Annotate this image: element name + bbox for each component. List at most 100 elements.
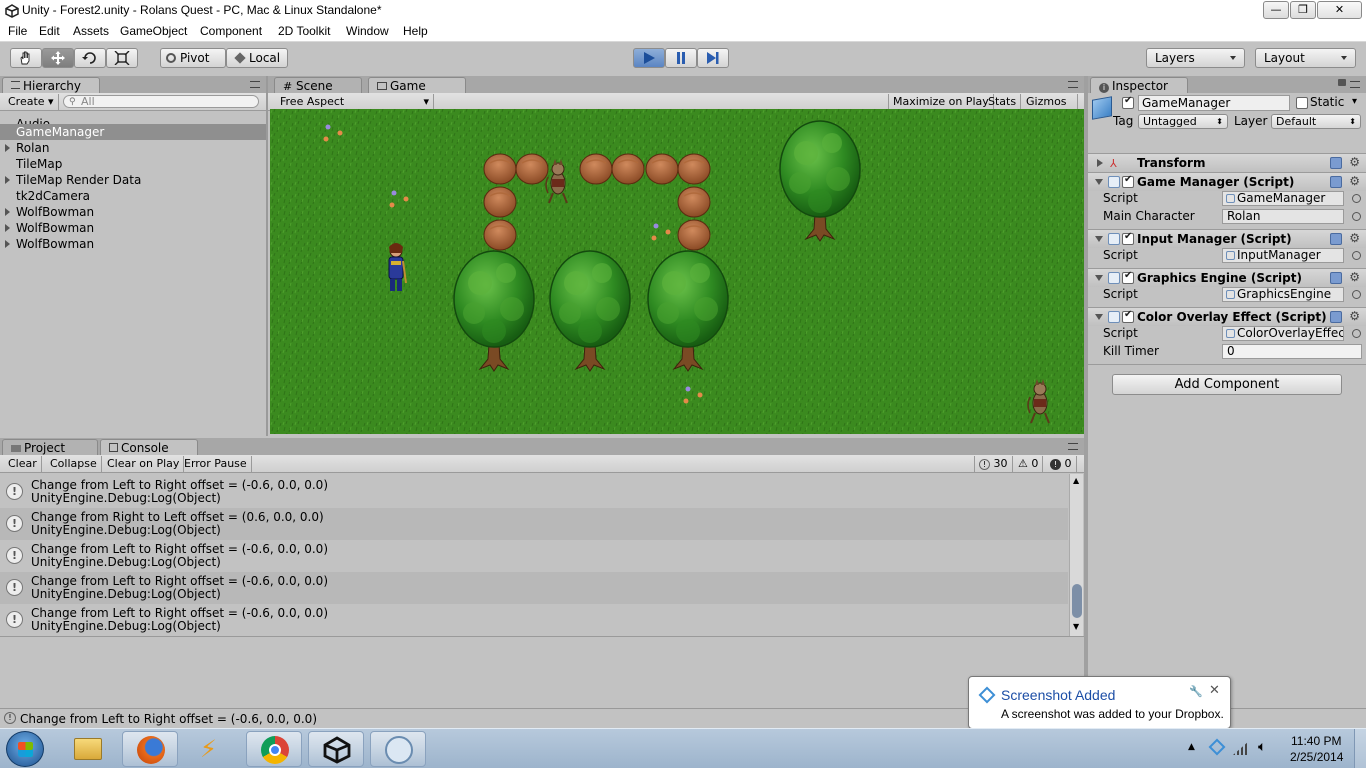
step-button[interactable]	[697, 48, 729, 68]
gear-icon[interactable]: ⚙	[1349, 270, 1360, 284]
network-icon[interactable]	[1233, 741, 1249, 755]
hierarchy-search-input[interactable]: ⚲ All	[63, 95, 259, 108]
fold-arrow-icon[interactable]	[1095, 236, 1103, 242]
layout-dropdown[interactable]: Layout	[1255, 48, 1356, 68]
component-enabled-checkbox[interactable]	[1122, 231, 1134, 245]
hierarchy-item-gamemanager[interactable]: GameManager	[0, 124, 266, 140]
dropbox-notification[interactable]: Screenshot Added A screenshot was added …	[968, 676, 1231, 746]
splitter[interactable]	[1084, 76, 1088, 708]
hierarchy-item-rolan[interactable]: Rolan	[0, 140, 266, 156]
start-button[interactable]	[6, 731, 44, 767]
gear-icon[interactable]: ⚙	[1349, 309, 1360, 323]
dropbox-tray-icon[interactable]	[1208, 738, 1226, 756]
show-hidden-icons[interactable]: ▲	[1188, 742, 1195, 752]
static-dropdown-icon[interactable]: ▾	[1352, 96, 1357, 107]
hierarchy-item-wolfbowman[interactable]: WolfBowman	[0, 204, 266, 220]
help-book-icon[interactable]	[1330, 157, 1342, 169]
pivot-toggle[interactable]: Pivot	[160, 48, 226, 68]
gameobject-name-input[interactable]: GameManager	[1138, 95, 1290, 111]
hierarchy-menu-icon[interactable]	[250, 81, 260, 88]
error-pause-toggle[interactable]: Error Pause	[180, 456, 252, 472]
hand-tool-button[interactable]	[10, 48, 42, 68]
log-entry[interactable]: ! Change from Left to Right offset = (-0…	[0, 476, 1068, 508]
aspect-dropdown[interactable]: Free Aspect ▾	[276, 94, 434, 110]
component-enabled-checkbox[interactable]	[1122, 270, 1134, 284]
expand-arrow-icon[interactable]	[5, 224, 10, 232]
error-count-toggle[interactable]: ! 0	[1046, 456, 1077, 472]
menu-file[interactable]: File	[8, 24, 27, 38]
object-picker-icon[interactable]	[1352, 251, 1361, 260]
object-picker-icon[interactable]	[1352, 212, 1361, 221]
main-character-field[interactable]: Rolan	[1222, 209, 1344, 224]
notification-close-icon[interactable]: ✕	[1209, 683, 1220, 698]
gizmos-dropdown[interactable]: Gizmos ▾	[1022, 94, 1078, 123]
info-count-toggle[interactable]: ! 30	[974, 456, 1013, 472]
console-scrollbar[interactable]: ▲ ▼	[1069, 474, 1083, 636]
scroll-up-icon[interactable]: ▲	[1073, 476, 1079, 485]
transform-component-header[interactable]: ⅄ Transform ⚙	[1088, 153, 1366, 172]
explorer-taskbar-icon[interactable]	[60, 731, 116, 767]
pause-button[interactable]	[665, 48, 697, 68]
expand-arrow-icon[interactable]	[5, 144, 10, 152]
log-entry[interactable]: ! Change from Left to Right offset = (-0…	[0, 540, 1068, 572]
rotate-tool-button[interactable]	[74, 48, 106, 68]
menu-edit[interactable]: Edit	[39, 24, 60, 38]
play-button[interactable]	[633, 48, 665, 68]
wrench-icon[interactable]: 🔧	[1189, 685, 1203, 698]
gear-icon[interactable]: ⚙	[1349, 231, 1360, 245]
menu-help[interactable]: Help	[403, 24, 428, 38]
layers-dropdown[interactable]: Layers	[1146, 48, 1245, 68]
tag-dropdown[interactable]: Untagged ⬍	[1138, 114, 1228, 129]
layer-dropdown[interactable]: Default ⬍	[1271, 114, 1361, 129]
expand-arrow-icon[interactable]	[5, 176, 10, 184]
clear-on-play-toggle[interactable]: Clear on Play	[103, 456, 185, 472]
hierarchy-item-wolfbowman[interactable]: WolfBowman	[0, 220, 266, 236]
hierarchy-item-tilemap-render-data[interactable]: TileMap Render Data	[0, 172, 266, 188]
script-field[interactable]: GraphicsEngine	[1222, 287, 1344, 302]
input-manager-component-header[interactable]: Input Manager (Script) ⚙	[1088, 229, 1366, 248]
fold-arrow-icon[interactable]	[1095, 314, 1103, 320]
log-entry[interactable]: ! Change from Right to Left offset = (0.…	[0, 508, 1068, 540]
object-picker-icon[interactable]	[1352, 329, 1361, 338]
unity-taskbar-icon[interactable]	[308, 731, 364, 767]
help-book-icon[interactable]	[1330, 311, 1342, 323]
chrome-taskbar-icon[interactable]	[246, 731, 302, 767]
clear-button[interactable]: Clear	[4, 456, 42, 472]
gear-icon[interactable]: ⚙	[1349, 155, 1360, 169]
fold-arrow-icon[interactable]	[1095, 179, 1103, 185]
object-picker-icon[interactable]	[1352, 194, 1361, 203]
expand-arrow-icon[interactable]	[5, 240, 10, 248]
lock-icon[interactable]	[1338, 79, 1346, 86]
menu-2d-toolkit[interactable]: 2D Toolkit	[278, 24, 330, 38]
tab-inspector[interactable]: i Inspector	[1090, 77, 1188, 93]
hierarchy-item-wolfbowman[interactable]: WolfBowman	[0, 236, 266, 252]
tab-game[interactable]: Game	[368, 77, 466, 93]
component-enabled-checkbox[interactable]	[1122, 174, 1134, 188]
gear-icon[interactable]: ⚙	[1349, 174, 1360, 188]
script-field[interactable]: ColorOverlayEffec	[1222, 326, 1344, 341]
clock-time[interactable]: 11:40 PM	[1291, 734, 1341, 748]
game-view-menu-icon[interactable]	[1068, 81, 1078, 88]
log-entry[interactable]: ! Change from Left to Right offset = (-0…	[0, 604, 1068, 636]
help-book-icon[interactable]	[1330, 272, 1342, 284]
static-checkbox[interactable]	[1296, 97, 1308, 109]
script-field[interactable]: GameManager	[1222, 191, 1344, 206]
create-dropdown[interactable]: Create ▾	[4, 94, 59, 110]
collapse-toggle[interactable]: Collapse	[46, 456, 102, 472]
tab-console[interactable]: Console	[100, 439, 198, 455]
hierarchy-item-tk2dcamera[interactable]: tk2dCamera	[0, 188, 266, 204]
game-canvas[interactable]	[270, 109, 1084, 434]
game-manager-component-header[interactable]: Game Manager (Script) ⚙	[1088, 172, 1366, 191]
help-book-icon[interactable]	[1330, 176, 1342, 188]
volume-icon[interactable]: 🔈︎	[1258, 739, 1266, 755]
close-button[interactable]: ✕	[1317, 1, 1362, 19]
console-menu-icon[interactable]	[1068, 443, 1078, 450]
menu-assets[interactable]: Assets	[73, 24, 109, 38]
tab-scene[interactable]: # Scene	[274, 77, 362, 93]
inspector-menu-icon[interactable]	[1350, 81, 1360, 88]
kill-timer-input[interactable]: 0	[1222, 344, 1362, 359]
menu-gameobject[interactable]: GameObject	[120, 24, 187, 38]
help-book-icon[interactable]	[1330, 233, 1342, 245]
graphics-engine-component-header[interactable]: Graphics Engine (Script) ⚙	[1088, 268, 1366, 287]
snipping-tool-taskbar-icon[interactable]	[370, 731, 426, 767]
